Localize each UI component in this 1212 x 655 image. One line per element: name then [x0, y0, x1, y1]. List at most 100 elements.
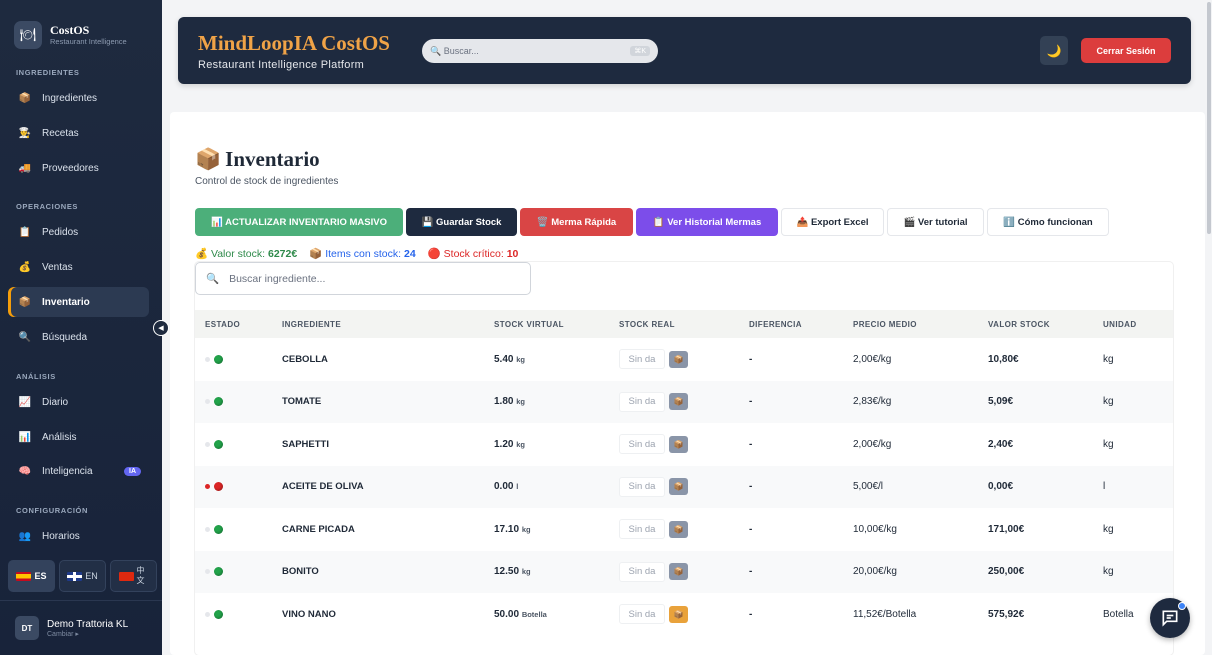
stock-value: 250,00€: [988, 566, 1025, 577]
sidebar-item-busqueda[interactable]: 🔍 Búsqueda: [8, 322, 149, 352]
real-stock-input[interactable]: Sin da: [619, 519, 665, 539]
sidebar-item-inteligencia[interactable]: 🧠 Inteligencia IA: [8, 456, 149, 486]
save-stock-button[interactable]: 💾 Guardar Stock: [406, 208, 517, 236]
box-icon[interactable]: 📦: [669, 435, 688, 453]
virtual-stock: 17.10 kg: [485, 524, 610, 535]
col-header[interactable]: ESTADO: [195, 320, 273, 329]
logout-button[interactable]: Cerrar Sesión: [1081, 38, 1171, 63]
box-icon: 📦: [18, 92, 32, 104]
box-icon[interactable]: 📦: [669, 478, 688, 495]
page-subtitle: Control de stock de ingredientes: [195, 176, 339, 187]
sidebar-item-diario[interactable]: 📈 Diario: [8, 387, 149, 417]
difference: -: [749, 608, 753, 620]
real-stock-input[interactable]: Sin da: [619, 434, 665, 454]
col-header[interactable]: UNIDAD: [1094, 320, 1173, 329]
table-row[interactable]: BONITO 12.50 kg Sin da 📦 -20,00€/kg 250,00€ kg: [195, 550, 1173, 593]
people-icon: 👥: [18, 530, 32, 542]
lang-zh-label: 中文: [136, 566, 145, 585]
lang-es-button[interactable]: ES: [8, 560, 55, 592]
sidebar: 🍽 CostOS Restaurant Intelligence INGREDI…: [0, 0, 162, 655]
critical-stat: 🔴 Stock crítico: 10: [428, 247, 519, 260]
col-header[interactable]: INGREDIENTE: [273, 320, 485, 329]
average-price: 20,00€/kg: [853, 566, 897, 577]
sidebar-item-label: Análisis: [42, 431, 77, 443]
table-row[interactable]: SAPHETTI 1.20 kg Sin da 📦 -2,00€/kg 2,40€ kg: [195, 423, 1173, 465]
sidebar-item-ventas[interactable]: 💰 Ventas: [8, 252, 149, 282]
unit: kg: [1103, 523, 1114, 535]
sidebar-item-inventario[interactable]: 📦 Inventario: [8, 287, 149, 317]
sidebar-collapse-button[interactable]: ◀: [153, 320, 169, 336]
export-excel-button[interactable]: 📤 Export Excel: [781, 208, 884, 236]
sidebar-item-horarios[interactable]: 👥 Horarios: [8, 521, 149, 551]
table-row[interactable]: TOMATE 1.80 kg Sin da 📦 -2,83€/kg 5,09€ kg: [195, 380, 1173, 423]
lang-en-button[interactable]: EN: [59, 560, 106, 592]
page-title: 📦 Inventario: [195, 147, 320, 172]
col-header[interactable]: STOCK VIRTUAL: [485, 320, 610, 329]
theme-toggle-button[interactable]: 🌙: [1040, 36, 1068, 65]
table-row[interactable]: ACEITE DE OLIVA 0.00 l Sin da 📦 -5,00€/l 0,00…: [195, 465, 1173, 508]
col-header[interactable]: DIFERENCIA: [740, 320, 844, 329]
status-small-dot-icon: [205, 356, 210, 362]
global-search-input[interactable]: 🔍 Buscar... ⌘K: [422, 39, 658, 63]
ingredient-search-input[interactable]: 🔍 Buscar ingrediente...: [195, 262, 531, 295]
stock-value-stat: 💰 Valor stock: 6272€: [195, 247, 297, 260]
real-stock-cell: Sin da 📦: [610, 349, 740, 369]
section-label-ingredientes: INGREDIENTES: [16, 68, 80, 77]
section-label-operaciones: OPERACIONES: [16, 202, 79, 211]
box-icon[interactable]: 📦: [669, 393, 688, 410]
box-icon[interactable]: 📦: [669, 520, 688, 538]
virtual-stock-value: 0.00: [494, 481, 514, 492]
app-header: MindLoopIA CostOS Restaurant Intelligenc…: [178, 17, 1191, 84]
stock-value: 0,00€: [988, 481, 1014, 492]
sidebar-item-recetas[interactable]: 👨‍🍳 Recetas: [8, 118, 149, 148]
brain-icon: 🧠: [18, 465, 32, 477]
box-icon[interactable]: 📦: [669, 563, 688, 580]
virtual-stock-unit: kg: [516, 397, 526, 406]
real-stock-input[interactable]: Sin da: [619, 349, 665, 369]
ingredient-name: CARNE PICADA: [282, 523, 355, 535]
bar-chart-icon: 📊: [18, 431, 32, 443]
section-label-analisis: ANÁLISIS: [16, 372, 56, 381]
bulk-update-button[interactable]: 📊 ACTUALIZAR INVENTARIO MASIVO: [195, 208, 403, 236]
table-row[interactable]: CARNE PICADA 17.10 kg Sin da 📦 -10,00€/kg 171…: [195, 508, 1173, 550]
notification-dot: [1178, 602, 1186, 610]
lang-zh-button[interactable]: 中文: [110, 560, 157, 592]
sidebar-item-proveedores[interactable]: 🚚 Proveedores: [8, 153, 149, 183]
app-title: MindLoopIA CostOS: [198, 31, 390, 55]
col-header[interactable]: STOCK REAL: [610, 320, 740, 329]
quick-waste-button[interactable]: 🗑️ Merma Rápida: [520, 208, 633, 236]
col-header[interactable]: PRECIO MEDIO: [844, 320, 979, 329]
critical-value: 10: [506, 248, 519, 260]
sidebar-item-ingredientes[interactable]: 📦 Ingredientes: [8, 83, 149, 113]
page-scrollbar[interactable]: [1207, 2, 1211, 234]
user-switcher[interactable]: DT Demo Trattoria KL Cambiar ▸: [0, 600, 162, 655]
box-icon[interactable]: 📦: [669, 605, 688, 623]
sidebar-item-pedidos[interactable]: 📋 Pedidos: [8, 217, 149, 247]
user-switch-link[interactable]: Cambiar ▸: [47, 630, 128, 638]
virtual-stock-unit: kg: [516, 439, 526, 449]
virtual-stock: 1.80 kg: [485, 396, 610, 407]
real-stock-input[interactable]: Sin da: [619, 561, 665, 582]
brand[interactable]: 🍽 CostOS Restaurant Intelligence: [0, 0, 162, 56]
tutorial-button[interactable]: 🎬 Ver tutorial: [887, 208, 984, 236]
stock-stats: 💰 Valor stock: 6272€ 📦 Items con stock: …: [195, 247, 518, 260]
critical-label: 🔴 Stock crítico:: [427, 248, 504, 260]
real-stock-input[interactable]: Sin da: [619, 391, 665, 412]
table-row[interactable]: CEBOLLA 5.40 kg Sin da 📦 -2,00€/kg 10,80€ kg: [195, 338, 1173, 380]
difference: -: [749, 566, 753, 577]
difference: -: [749, 353, 753, 365]
status-small-dot-icon: [205, 526, 210, 532]
average-price: 2,00€/kg: [853, 353, 892, 365]
table-row[interactable]: VINO NANO 50.00 Botella Sin da 📦 -11,52€/Bot…: [195, 593, 1173, 635]
how-it-works-button[interactable]: ℹ️ Cómo funcionan: [987, 208, 1109, 236]
real-stock-input[interactable]: Sin da: [619, 604, 665, 624]
virtual-stock-value: 50.00: [494, 608, 520, 620]
status-dot-icon: [214, 482, 223, 491]
chat-button[interactable]: [1150, 598, 1190, 638]
real-stock-input[interactable]: Sin da: [619, 476, 665, 497]
sidebar-item-analisis[interactable]: 📊 Análisis: [8, 422, 149, 452]
box-icon[interactable]: 📦: [669, 350, 688, 368]
waste-history-button[interactable]: 📋 Ver Historial Mermas: [636, 208, 778, 236]
status-dot-icon: [214, 609, 223, 619]
col-header[interactable]: VALOR STOCK: [979, 320, 1094, 329]
